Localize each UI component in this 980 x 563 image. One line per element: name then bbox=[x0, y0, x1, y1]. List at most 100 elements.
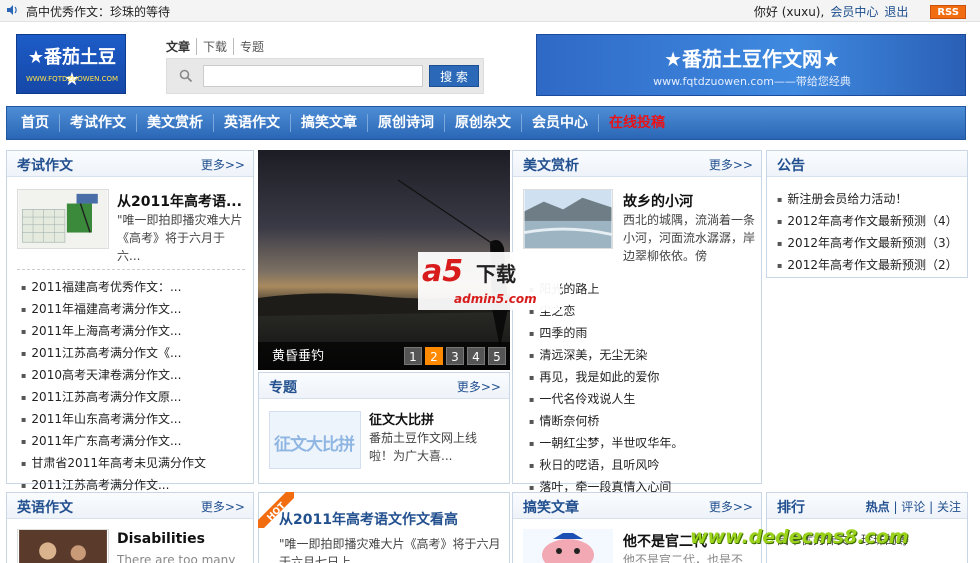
ranking-tabs: 热点 | 评论 | 关注 bbox=[865, 500, 961, 514]
user-links: 你好 (xuxu), 会员中心 退出 RSS bbox=[754, 3, 966, 20]
slider-page-4[interactable]: 4 bbox=[467, 347, 485, 365]
list-item[interactable]: 2010高考天津卷满分作文... bbox=[21, 365, 206, 387]
panel-title: 搞笑文章 bbox=[523, 500, 579, 516]
hot-description: "唯一即拍即播灾难大片《高考》将于六月于六月七日上 bbox=[279, 537, 501, 563]
panel-header: 美文赏析 更多>> bbox=[513, 151, 761, 177]
search-tabs: 文章 下载 专题 bbox=[166, 38, 270, 55]
nav-funny-articles[interactable]: 搞笑文章 bbox=[291, 114, 368, 132]
list-item[interactable]: 2011年山东高考满分作文... bbox=[21, 409, 206, 431]
ranking-tab-follow[interactable]: 关注 bbox=[937, 500, 961, 514]
list-item[interactable]: 2011年福建高考满分作文... bbox=[21, 299, 206, 321]
panel-title: 英语作文 bbox=[17, 500, 73, 516]
list-item[interactable]: 2011年上海高考满分作文... bbox=[21, 321, 206, 343]
list-item[interactable]: 一朝红尘梦，半世叹华年。 bbox=[529, 433, 683, 455]
logout-link[interactable]: 退出 bbox=[884, 3, 908, 20]
slider-page-5[interactable]: 5 bbox=[488, 347, 506, 365]
essays-list: 阳光的路上 尘之恋 四季的雨 清远深美，无尘无染 再见，我是如此的爱你 一代名伶… bbox=[529, 279, 683, 499]
main-nav: 首页 考试作文 美文赏析 英语作文 搞笑文章 原创诗词 原创杂文 会员中心 在线… bbox=[6, 106, 966, 140]
list-item[interactable]: 2011福建高考优秀作文：... bbox=[21, 277, 206, 299]
list-item[interactable]: 再见，我是如此的爱你 bbox=[529, 367, 683, 389]
scrolling-notice[interactable]: 高中优秀作文：珍珠的等待 bbox=[26, 3, 170, 20]
feature-thumbnail[interactable] bbox=[523, 189, 613, 249]
more-link[interactable]: 更多>> bbox=[709, 156, 753, 173]
nav-home[interactable]: 首页 bbox=[11, 114, 60, 132]
nav-original-prose[interactable]: 原创杂文 bbox=[445, 114, 522, 132]
topic-thumbnail-text: 征文大比拼 bbox=[274, 435, 355, 455]
feature-title[interactable]: 故乡的小河 bbox=[623, 191, 693, 211]
panel-header: 搞笑文章 更多>> bbox=[513, 493, 761, 519]
hot-title[interactable]: 从2011年高考语文作文看高 bbox=[279, 509, 458, 529]
banner-title: ★番茄土豆作文网★ bbox=[664, 47, 840, 71]
nav-english-essays[interactable]: 英语作文 bbox=[214, 114, 291, 132]
feature-description: 番茄土豆作文网上线啦！为广大喜... bbox=[369, 431, 478, 463]
list-item[interactable]: 情断奈何桥 bbox=[529, 411, 683, 433]
exam-list: 2011福建高考优秀作文：... 2011年福建高考满分作文... 2011年上… bbox=[21, 277, 206, 497]
feature-thumbnail[interactable] bbox=[17, 189, 109, 249]
feature-thumbnail[interactable] bbox=[17, 529, 109, 563]
nav-original-poems[interactable]: 原创诗词 bbox=[368, 114, 445, 132]
search-area: 文章 下载 专题 搜 索 bbox=[166, 38, 484, 94]
list-item[interactable]: 2012年高考作文最新预测（3） bbox=[777, 233, 957, 255]
feature-thumbnail[interactable] bbox=[523, 529, 613, 563]
panel-header: 考试作文 更多>> bbox=[7, 151, 253, 177]
ranking-tab-hot[interactable]: 热点 bbox=[866, 500, 890, 514]
list-item[interactable]: 2011年广东高考满分作文... bbox=[21, 431, 206, 453]
list-item[interactable]: 2012年高考作文最新预测（2） bbox=[777, 255, 957, 277]
topic-thumbnail[interactable]: 征文大比拼 bbox=[269, 411, 361, 469]
ranking-tab-comments[interactable]: 评论 bbox=[901, 500, 925, 514]
essay-appreciation-panel: 美文赏析 更多>> 故乡的小河 西北的城隅，流淌着一条小河，河面流水潺潺，岸边翠… bbox=[512, 150, 762, 494]
search-tab-topics[interactable]: 专题 bbox=[234, 38, 270, 55]
feature-title[interactable]: 从2011年高考语... bbox=[117, 191, 242, 211]
nav-member-center[interactable]: 会员中心 bbox=[522, 114, 599, 132]
slider-page-2[interactable]: 2 bbox=[425, 347, 443, 365]
search-button[interactable]: 搜 索 bbox=[429, 65, 479, 87]
feature-description: 他不是官二代，也是不 bbox=[623, 553, 744, 563]
rss-button[interactable]: RSS bbox=[930, 4, 966, 19]
list-item[interactable]: 清远深美，无尘无染 bbox=[529, 345, 683, 367]
search-input[interactable] bbox=[203, 65, 423, 87]
exam-essays-panel: 考试作文 更多>> 从2011年高考语... "唯一即拍即播灾难大片《高考》将于… bbox=[6, 150, 254, 492]
list-item[interactable]: 一代名伶戏说人生 bbox=[529, 389, 683, 411]
speaker-icon bbox=[7, 5, 17, 15]
feature-title[interactable]: 征文大比拼 bbox=[369, 409, 434, 428]
header-banner: ★番茄土豆作文网★ www.fqtdzuowen.com——带给您经典 bbox=[536, 34, 966, 96]
site-logo[interactable]: ★番茄土豆★ WWW.FQTDZUOWEN.COM bbox=[16, 34, 126, 94]
member-center-link[interactable]: 会员中心 bbox=[830, 3, 878, 20]
more-link[interactable]: 更多>> bbox=[709, 498, 753, 515]
feature-description: 西北的城隅，流淌着一条小河，河面流水潺潺，岸边翠柳依依。傍 bbox=[623, 213, 755, 263]
a5-watermark-download: 下载 bbox=[476, 262, 516, 286]
feature-title[interactable]: Disabilities bbox=[117, 531, 205, 547]
banner-subtitle: www.fqtdzuowen.com——带给您经典 bbox=[653, 75, 851, 88]
panel-title: 考试作文 bbox=[17, 158, 73, 174]
search-tab-downloads[interactable]: 下载 bbox=[197, 38, 235, 55]
panel-header: 专题 更多>> bbox=[259, 373, 509, 399]
nav-exam-essays[interactable]: 考试作文 bbox=[60, 114, 137, 132]
english-essays-panel: 英语作文 更多>> Disabilities There are too man… bbox=[6, 492, 254, 563]
nav-essay-appreciation[interactable]: 美文赏析 bbox=[137, 114, 214, 132]
announcements-list: 新注册会员给力活动！ 2012年高考作文最新预测（4） 2012年高考作文最新预… bbox=[777, 189, 958, 277]
list-item[interactable]: 2012年高考作文最新预测（4） bbox=[777, 211, 957, 233]
a5-watermark: a5 下载 admin5.com bbox=[418, 252, 560, 310]
dedecms-watermark: www.dedecms8.com bbox=[690, 526, 909, 548]
list-item[interactable]: 甘肃省2011年高考未见满分作文 bbox=[21, 453, 206, 475]
slider-page-1[interactable]: 1 bbox=[404, 347, 422, 365]
panel-header: 公告 bbox=[767, 151, 967, 177]
list-item[interactable]: 2011江苏高考满分作文《... bbox=[21, 343, 206, 365]
more-link[interactable]: 更多>> bbox=[457, 378, 501, 395]
list-item[interactable]: 新注册会员给力活动！ bbox=[777, 189, 958, 211]
hot-article-panel: 从2011年高考语文作文看高 "唯一即拍即播灾难大片《高考》将于六月于六月七日上 bbox=[258, 492, 510, 563]
more-link[interactable]: 更多>> bbox=[201, 156, 245, 173]
search-tab-articles[interactable]: 文章 bbox=[166, 38, 198, 55]
slider-page-3[interactable]: 3 bbox=[446, 347, 464, 365]
list-item[interactable]: 四季的雨 bbox=[529, 323, 683, 345]
list-item[interactable]: 2011江苏高考满分作文原... bbox=[21, 387, 206, 409]
feature-description: There are too many bbox=[117, 553, 236, 563]
more-link[interactable]: 更多>> bbox=[201, 498, 245, 515]
top-bar: 高中优秀作文：珍珠的等待 你好 (xuxu), 会员中心 退出 RSS bbox=[0, 0, 980, 22]
list-item[interactable]: 秋日的呓语，且听风吟 bbox=[529, 455, 683, 477]
slider-caption[interactable]: 黄昏垂钓 bbox=[272, 345, 324, 364]
panel-title: 排行 bbox=[777, 500, 805, 516]
topics-panel: 专题 更多>> 征文大比拼 征文大比拼 番茄土豆作文网上线啦！为广大喜... bbox=[258, 372, 510, 484]
logo-url: WWW.FQTDZUOWEN.COM bbox=[25, 75, 119, 83]
nav-submit-online[interactable]: 在线投稿 bbox=[599, 114, 675, 132]
